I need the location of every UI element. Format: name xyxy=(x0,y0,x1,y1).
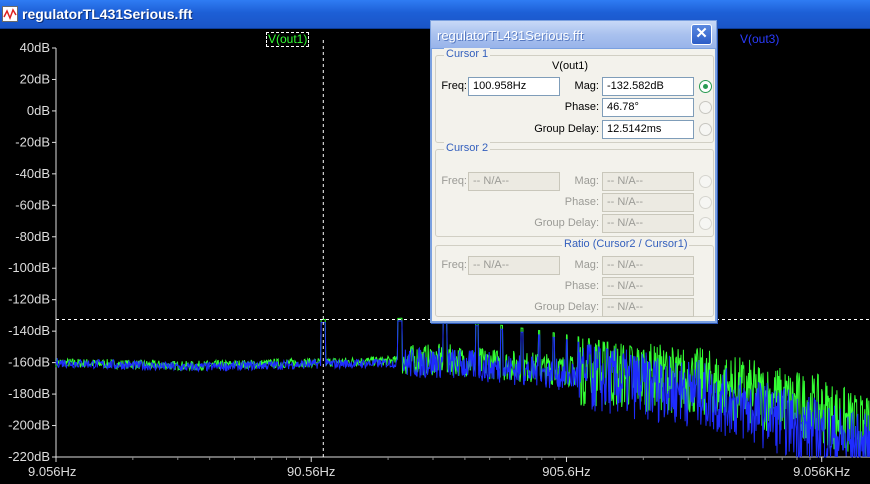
y-tick-label: -40dB xyxy=(15,166,50,181)
ratio-legend: Ratio (Cursor2 / Cursor1) xyxy=(562,238,690,250)
ratio-gd-label: Group Delay: xyxy=(534,301,599,313)
trace-vout1 xyxy=(55,317,870,458)
cursor1-gd-label: Group Delay: xyxy=(534,123,599,135)
cursor2-freq-field: -- N/A-- xyxy=(468,172,560,191)
cursor2-gd-radio xyxy=(699,217,712,230)
y-tick-label: -180dB xyxy=(8,386,50,401)
cursor2-gd-label: Group Delay: xyxy=(534,217,599,229)
y-tick-label: -220dB xyxy=(8,449,50,464)
cursor2-group: Cursor 2 Freq: -- N/A-- Mag: -- N/A-- Ph… xyxy=(435,142,714,237)
y-tick-label: -200dB xyxy=(8,418,50,433)
ratio-mag-label: Mag: xyxy=(574,259,599,271)
ratio-phase-field: -- N/A-- xyxy=(602,277,694,296)
dialog-body: Cursor 1 V(out1) Freq: 100.958Hz Mag: -1… xyxy=(432,48,715,321)
cursor2-mag-label: Mag: xyxy=(574,175,599,187)
ratio-gd-field: -- N/A-- xyxy=(602,298,694,317)
dialog-titlebar[interactable]: regulatorTL431Serious.fft ✕ xyxy=(430,20,717,49)
y-tick-label: 0dB xyxy=(27,103,50,118)
cursor1-mag-field[interactable]: -132.582dB xyxy=(602,77,694,96)
cursor-dialog: regulatorTL431Serious.fft ✕ Cursor 1 V(o… xyxy=(430,20,717,323)
cursor2-mag-radio xyxy=(699,175,712,188)
cursor2-freq-label: Freq: xyxy=(441,175,467,187)
cursor2-legend: Cursor 2 xyxy=(444,142,491,154)
y-tick-label: -80dB xyxy=(15,229,50,244)
cursor1-phase-label: Phase: xyxy=(564,101,599,113)
cursor1-mag-label: Mag: xyxy=(574,80,599,92)
ratio-group: Ratio (Cursor2 / Cursor1) Freq: -- N/A--… xyxy=(435,238,714,317)
cursor1-trace-name: V(out1) xyxy=(551,60,589,72)
chart-traces xyxy=(55,317,870,458)
ratio-phase-label: Phase: xyxy=(564,280,599,292)
cursor1-phase-radio[interactable] xyxy=(699,101,712,114)
y-tick-label: -160dB xyxy=(8,355,50,370)
close-icon[interactable]: ✕ xyxy=(691,24,712,45)
x-tick-label: 905.6Hz xyxy=(542,464,590,479)
y-tick-label: 40dB xyxy=(20,40,50,55)
cursor2-mag-field: -- N/A-- xyxy=(602,172,694,191)
trace-label-out3[interactable]: V(out3) xyxy=(740,32,779,46)
ratio-mag-field: -- N/A-- xyxy=(602,256,694,275)
ratio-freq-field: -- N/A-- xyxy=(468,256,560,275)
window-title: regulatorTL431Serious.fft xyxy=(22,6,193,22)
trace-label-out1[interactable]: V(out1) xyxy=(266,32,310,47)
cursor1-legend: Cursor 1 xyxy=(444,48,491,60)
cursor2-phase-field: -- N/A-- xyxy=(602,193,694,212)
waveform-icon xyxy=(2,6,18,22)
y-tick-label: -140dB xyxy=(8,323,50,338)
cursor2-gd-field: -- N/A-- xyxy=(602,214,694,233)
ratio-freq-label: Freq: xyxy=(441,259,467,271)
y-tick-label: -100dB xyxy=(8,260,50,275)
y-tick-label: 20dB xyxy=(20,71,50,86)
dialog-title: regulatorTL431Serious.fft xyxy=(437,28,584,43)
cursor1-gd-radio[interactable] xyxy=(699,123,712,136)
y-tick-label: -120dB xyxy=(8,292,50,307)
x-tick-label: 90.56Hz xyxy=(287,464,335,479)
y-tick-label: -20dB xyxy=(15,134,50,149)
cursor1-freq-field[interactable]: 100.958Hz xyxy=(468,77,560,96)
cursor1-group: Cursor 1 V(out1) Freq: 100.958Hz Mag: -1… xyxy=(435,48,714,143)
cursor1-phase-field[interactable]: 46.78° xyxy=(602,98,694,117)
cursor2-phase-radio xyxy=(699,196,712,209)
cursor1-gd-field[interactable]: 12.5142ms xyxy=(602,120,694,139)
x-tick-label: 9.056KHz xyxy=(793,464,850,479)
y-tick-label: -60dB xyxy=(15,197,50,212)
cursor2-phase-label: Phase: xyxy=(564,196,599,208)
cursor1-mag-radio[interactable] xyxy=(699,80,712,93)
x-tick-label: 9.056Hz xyxy=(28,464,76,479)
cursor1-freq-label: Freq: xyxy=(441,80,467,92)
